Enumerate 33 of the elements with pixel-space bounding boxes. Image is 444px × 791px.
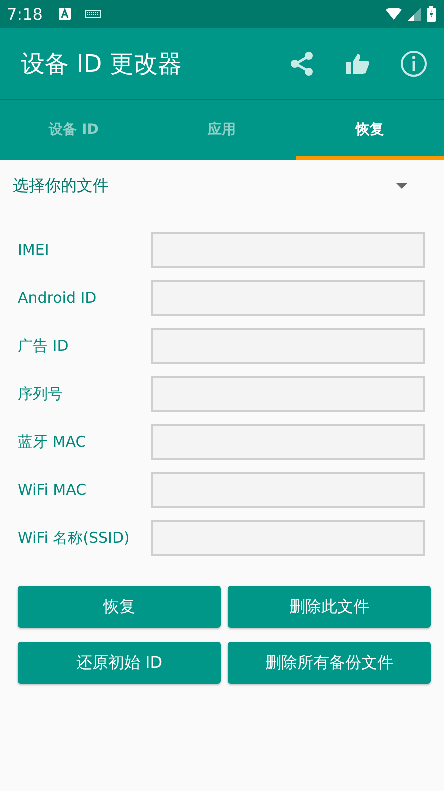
tab[interactable]: 设备 ID [0, 100, 148, 160]
action-button[interactable]: 恢复 [18, 586, 221, 628]
info-icon[interactable] [400, 50, 428, 78]
signal-icon [408, 8, 421, 20]
input-field[interactable] [151, 520, 425, 556]
keyboard-icon [84, 10, 101, 18]
status-time: 7:18 [7, 4, 43, 24]
battery-icon [427, 6, 436, 22]
input-field[interactable] [151, 232, 425, 268]
action-button[interactable]: 还原初始 ID [18, 642, 221, 684]
field-label: 蓝牙 MAC [18, 432, 88, 452]
notification-icon [58, 8, 71, 20]
tab[interactable]: 应用 [148, 100, 296, 160]
input-field[interactable] [151, 376, 425, 412]
field-label: IMEI [18, 241, 50, 259]
field-label: WiFi 名称(SSID) [18, 528, 131, 548]
input-field[interactable] [151, 328, 425, 364]
action-button[interactable]: 删除所有备份文件 [228, 642, 431, 684]
field-label: Android ID [18, 289, 98, 307]
file-dropdown[interactable]: 选择你的文件 [0, 160, 444, 212]
field-label: WiFi MAC [18, 481, 88, 499]
thumbs-up-icon[interactable] [346, 52, 370, 74]
input-field[interactable] [151, 280, 425, 316]
app-title: 设备 ID 更改器 [21, 48, 182, 80]
field-label: 广告 ID [18, 336, 70, 356]
input-field[interactable] [151, 472, 425, 508]
tab[interactable]: 恢复 [296, 100, 444, 160]
action-button[interactable]: 删除此文件 [228, 586, 431, 628]
field-label: 序列号 [18, 384, 64, 404]
input-field[interactable] [151, 424, 425, 460]
share-icon[interactable] [288, 50, 316, 78]
dropdown-arrow-icon [396, 183, 408, 189]
wifi-icon [386, 8, 402, 20]
